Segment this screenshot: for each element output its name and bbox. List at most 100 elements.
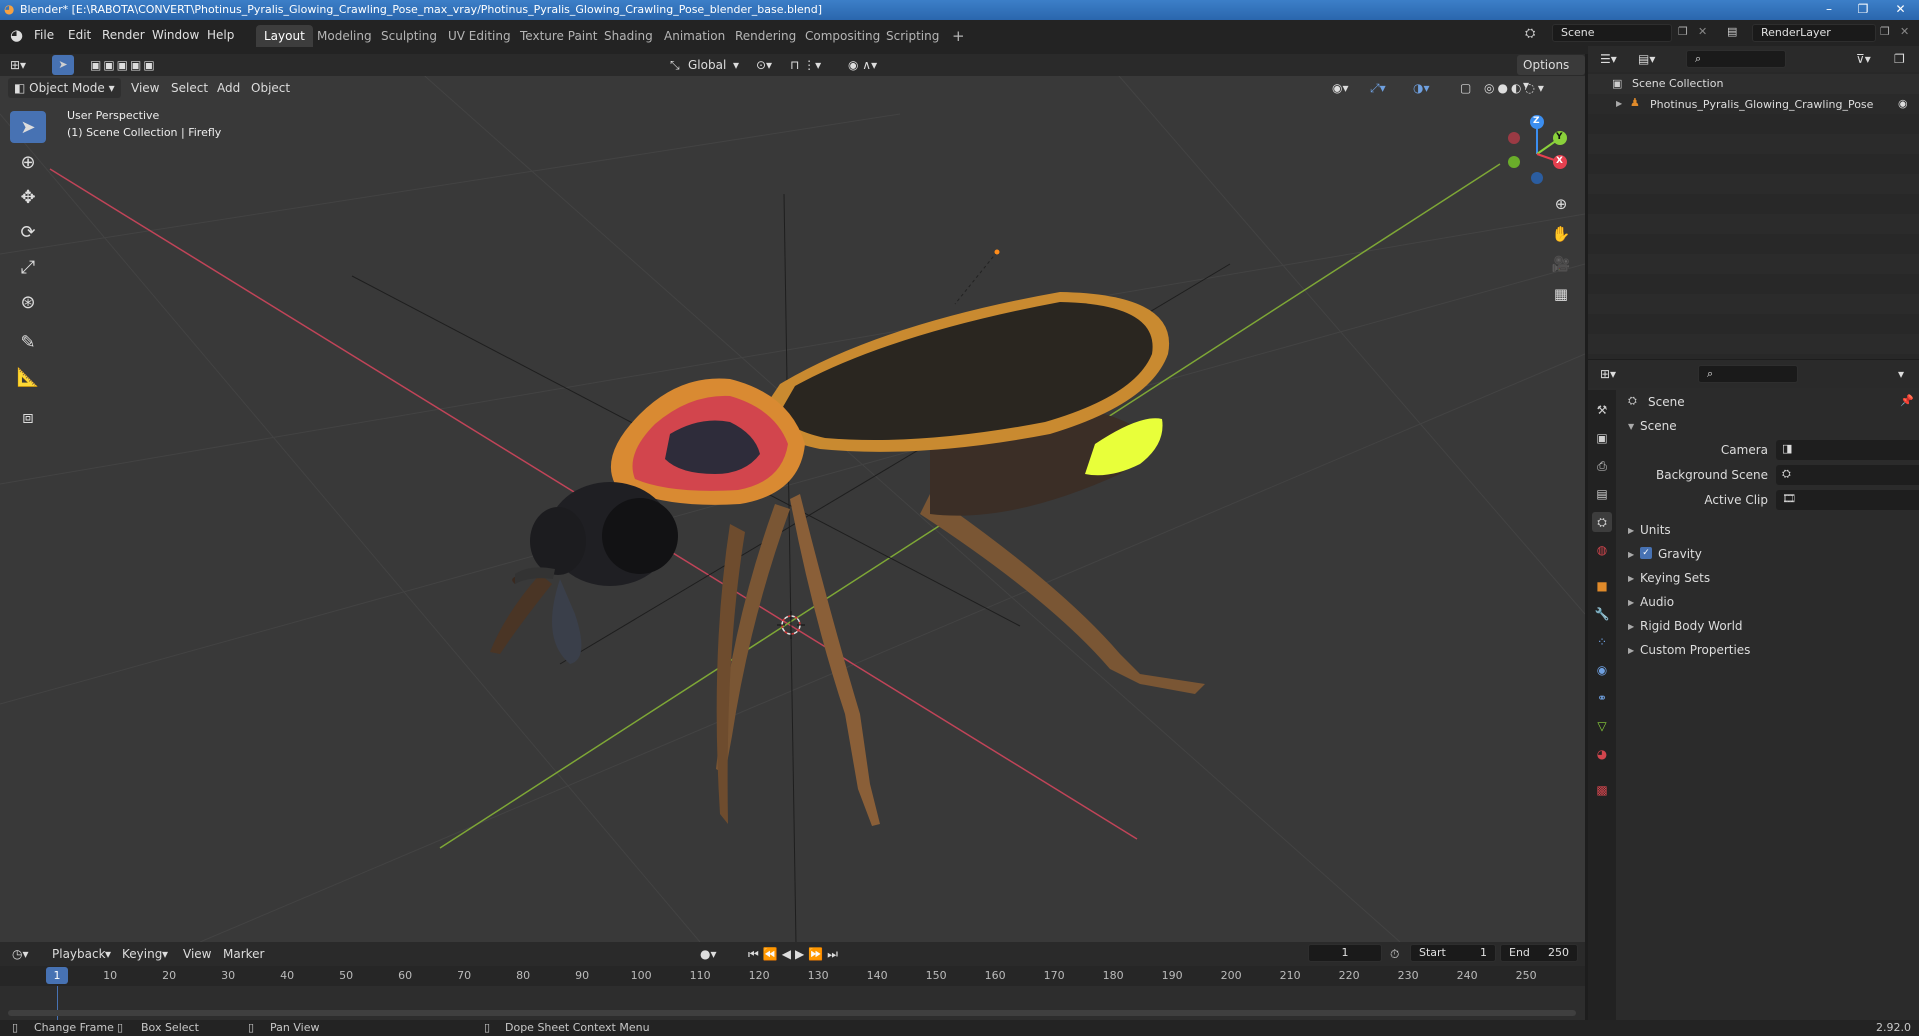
- pan-hand-icon[interactable]: ✋: [1547, 220, 1575, 248]
- particles-tab-icon[interactable]: ⁘: [1592, 632, 1612, 652]
- world-tab-icon[interactable]: ◍: [1592, 540, 1612, 560]
- outliner-row[interactable]: ▶ ♟ Photinus_Pyralis_Glowing_Crawling_Po…: [1588, 94, 1919, 114]
- timeline-menu-playback[interactable]: Playback: [52, 944, 106, 964]
- menu-help[interactable]: Help: [207, 28, 234, 42]
- render-tab-icon[interactable]: ▣: [1592, 428, 1612, 448]
- light-point[interactable]: [994, 249, 1000, 255]
- gravity-panel-header[interactable]: ▶ ✓ Gravity: [1618, 544, 1919, 564]
- menu-render[interactable]: Render: [102, 28, 145, 42]
- tool-tab-icon[interactable]: ⚒: [1592, 400, 1612, 420]
- texture-tab-icon[interactable]: ▩: [1592, 780, 1612, 800]
- tab-uv-editing[interactable]: UV Editing: [440, 25, 519, 47]
- select-box-tool-icon[interactable]: ➤: [10, 111, 46, 143]
- scene-tab-icon[interactable]: ⛭: [1592, 512, 1612, 532]
- 3d-viewport[interactable]: Z Y X ⊞▾ ➤ ▣▣▣▣▣ ⤡ Global ▾ ⊙▾ ⊓ ⋮▾ ◉ ∧▾…: [0, 54, 1585, 942]
- properties-search-input[interactable]: ⌕: [1698, 365, 1798, 383]
- start-frame-field[interactable]: Start 1: [1410, 944, 1496, 962]
- menu-file[interactable]: File: [34, 28, 54, 42]
- tab-animation[interactable]: Animation: [656, 25, 733, 47]
- scene-panel-header[interactable]: ▼ Scene: [1618, 416, 1919, 436]
- scene-selector[interactable]: Scene: [1552, 24, 1672, 42]
- shading-mode-icons[interactable]: ◎●◐◌▾: [1484, 78, 1547, 98]
- new-collection-icon[interactable]: ❐: [1894, 49, 1905, 69]
- transform-orientation[interactable]: Global: [688, 55, 726, 75]
- menu-edit[interactable]: Edit: [68, 28, 91, 42]
- measure-tool-icon[interactable]: 📐: [10, 361, 46, 393]
- tab-rendering[interactable]: Rendering: [727, 25, 804, 47]
- proportional-edit-icon[interactable]: ◉ ∧▾: [848, 55, 877, 75]
- tab-modeling[interactable]: Modeling: [309, 25, 380, 47]
- pivot-icon[interactable]: ⊙▾: [756, 55, 772, 75]
- timeline-scrollbar[interactable]: [8, 1010, 1576, 1016]
- eye-icon[interactable]: ◉: [1898, 97, 1908, 110]
- outliner-row[interactable]: ▣ Scene Collection: [1588, 74, 1919, 94]
- move-tool-icon[interactable]: ✥: [10, 181, 46, 213]
- blender-menu-icon[interactable]: ◕: [10, 26, 23, 44]
- tab-sculpting[interactable]: Sculpting: [373, 25, 445, 47]
- visibility-icon[interactable]: ◉▾: [1332, 78, 1349, 98]
- background-scene-field[interactable]: ⛭: [1776, 465, 1919, 485]
- record-icon[interactable]: ●▾: [700, 944, 717, 964]
- clock-editor-icon[interactable]: ◷▾: [12, 944, 29, 964]
- view-layer-tab-icon[interactable]: ▤: [1592, 484, 1612, 504]
- camera-view-icon[interactable]: 🎥: [1547, 250, 1575, 278]
- menu-window[interactable]: Window: [152, 28, 199, 42]
- delete-scene-icon[interactable]: ✕: [1698, 25, 1707, 38]
- mode-selector[interactable]: ◧ Object Mode ▾: [8, 78, 121, 98]
- add-workspace-button[interactable]: +: [944, 25, 973, 47]
- tab-shading[interactable]: Shading: [596, 25, 661, 47]
- end-frame-field[interactable]: End 250: [1500, 944, 1578, 962]
- xray-icon[interactable]: ▢: [1460, 78, 1471, 98]
- current-frame-field[interactable]: 1: [1308, 944, 1382, 962]
- selection-mode-icons[interactable]: ▣▣▣▣▣: [90, 55, 157, 75]
- object-tab-icon[interactable]: ■: [1592, 576, 1612, 596]
- material-tab-icon[interactable]: ◕: [1592, 744, 1612, 764]
- properties-editor[interactable]: ⊞▾ ⌕ ▾ ⚒ ▣ ⎙ ▤ ⛭ ◍ ■ 🔧 ⁘ ◉ ⚭ ▽ ◕ ▩ ⛭ Sce…: [1588, 360, 1919, 1020]
- timeline-menu-marker[interactable]: Marker: [223, 944, 264, 964]
- physics-tab-icon[interactable]: ◉: [1592, 660, 1612, 680]
- zoom-icon[interactable]: ⊕: [1547, 190, 1575, 218]
- options-dropdown[interactable]: Options ▾: [1517, 55, 1585, 92]
- outliner-editor[interactable]: ☰▾ ▤▾ ⌕ ⊽▾ ❐ ▣ Scene Collection ▶ ♟ Phot…: [1588, 46, 1919, 359]
- cursor-tool-icon[interactable]: ⊕: [10, 146, 46, 178]
- frame-ruler[interactable]: 1 10 20 30 40 50 60 70 80 90 100 110 120 130 140 150 160…: [0, 966, 1585, 986]
- expand-arrow-icon[interactable]: ▶: [1616, 99, 1622, 108]
- transform-tool-icon[interactable]: ⊛: [10, 286, 46, 318]
- tab-layout[interactable]: Layout: [256, 25, 313, 47]
- rotate-tool-icon[interactable]: ⟳: [10, 216, 46, 248]
- outliner-editor-icon[interactable]: ☰▾: [1600, 49, 1617, 69]
- constraints-tab-icon[interactable]: ⚭: [1592, 688, 1612, 708]
- snap-icon[interactable]: ⊓ ⋮▾: [790, 55, 821, 75]
- keying-sets-panel-header[interactable]: ▶ Keying Sets: [1618, 568, 1919, 588]
- properties-editor-icon[interactable]: ⊞▾: [1600, 364, 1616, 384]
- data-tab-icon[interactable]: ▽: [1592, 716, 1612, 736]
- tab-texture-paint[interactable]: Texture Paint: [512, 25, 605, 47]
- stopwatch-icon[interactable]: ⏱: [1390, 944, 1399, 964]
- new-layer-icon[interactable]: ❐: [1880, 25, 1890, 38]
- add-cube-tool-icon[interactable]: ⧈: [10, 401, 46, 433]
- ortho-grid-icon[interactable]: ▦: [1547, 280, 1575, 308]
- annotate-tool-icon[interactable]: ✎: [10, 326, 46, 358]
- viewport-menu-add[interactable]: Add: [217, 78, 240, 98]
- chevron-down-icon[interactable]: ▾: [1898, 364, 1904, 384]
- tab-scripting[interactable]: Scripting: [878, 25, 947, 47]
- playback-controls-icons[interactable]: ⏮⏪◀▶⏩⏭: [748, 944, 842, 964]
- viewport-menu-select[interactable]: Select: [171, 78, 208, 98]
- gravity-checkbox[interactable]: ✓: [1640, 547, 1652, 559]
- custom-properties-panel-header[interactable]: ▶ Custom Properties: [1618, 640, 1919, 660]
- maximize-button[interactable]: ❐: [1848, 0, 1878, 20]
- timeline-menu-keying[interactable]: Keying: [122, 944, 162, 964]
- render-layer-selector[interactable]: RenderLayer: [1752, 24, 1876, 42]
- close-window-button[interactable]: ✕: [1882, 0, 1919, 20]
- viewport-menu-object[interactable]: Object: [251, 78, 290, 98]
- scale-tool-icon[interactable]: ⤢: [10, 251, 46, 283]
- display-mode-icon[interactable]: ▤▾: [1638, 49, 1655, 69]
- units-panel-header[interactable]: ▶ Units: [1618, 520, 1919, 540]
- gizmo-toggle-icon[interactable]: ⤢▾: [1370, 78, 1386, 98]
- active-clip-field[interactable]: 🎞: [1776, 490, 1919, 510]
- viewport-menu-view[interactable]: View: [131, 78, 159, 98]
- audio-panel-header[interactable]: ▶ Audio: [1618, 592, 1919, 612]
- delete-layer-icon[interactable]: ✕: [1900, 25, 1909, 38]
- editor-type-icon[interactable]: ⊞▾: [10, 55, 26, 75]
- timeline-menu-view[interactable]: View: [183, 944, 211, 964]
